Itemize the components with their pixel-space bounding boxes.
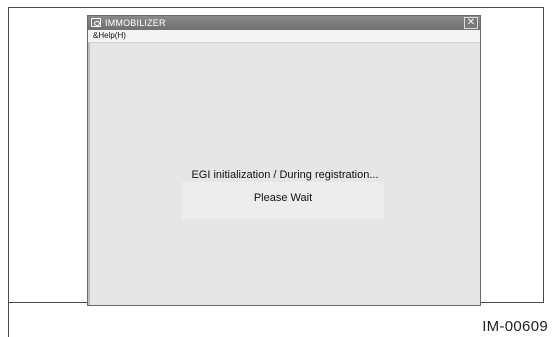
close-button[interactable]: ✕ <box>464 17 478 29</box>
title-bar: IMMOBILIZER ✕ <box>88 16 480 30</box>
frame-divider <box>8 302 9 337</box>
menu-bar: &Help(H) <box>88 30 480 43</box>
app-window: IMMOBILIZER ✕ &Help(H) EGI initializatio… <box>87 15 481 306</box>
menu-help[interactable]: &Help(H) <box>91 30 128 42</box>
window-title: IMMOBILIZER <box>105 18 166 28</box>
wait-label: Please Wait <box>253 192 313 204</box>
status-message: EGI initialization / During registration… <box>191 169 379 181</box>
camera-icon <box>91 18 101 27</box>
wait-panel: Please Wait <box>182 182 384 219</box>
figure-code: IM-00609 <box>482 318 548 335</box>
client-area: EGI initialization / During registration… <box>88 43 480 305</box>
